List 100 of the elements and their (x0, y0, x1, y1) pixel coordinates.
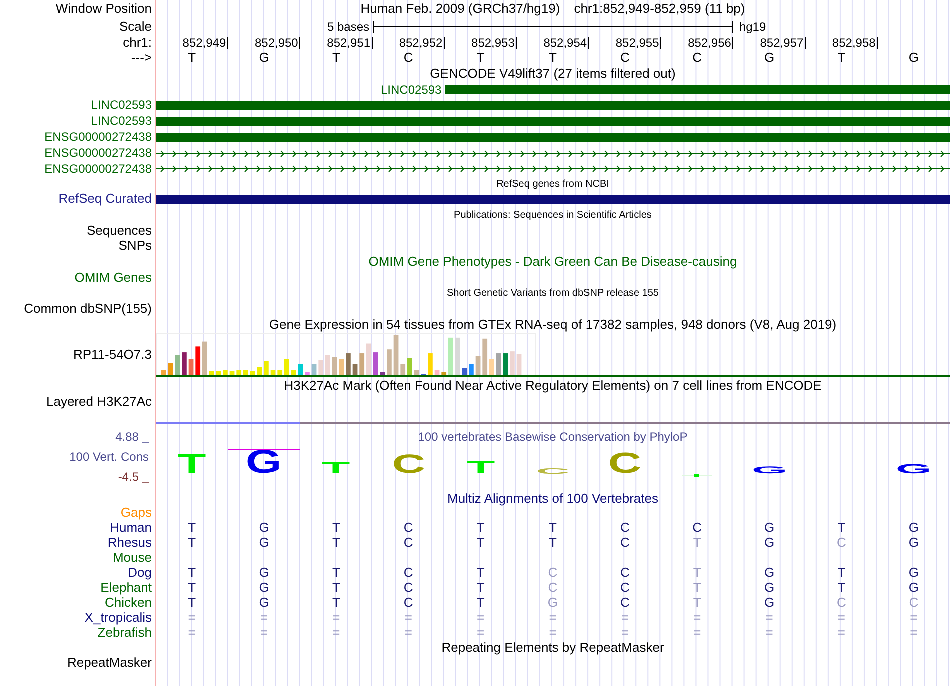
base-letter: C (692, 50, 702, 65)
track-label: RP11-54O7.3 (73, 348, 152, 362)
track-label: OMIM Genes (74, 270, 152, 286)
gene-label: ENSG00000272438 (44, 146, 152, 160)
alignment-base: C (404, 536, 414, 550)
alignment-base: T (188, 520, 196, 536)
logo-letter: G (246, 450, 282, 474)
alignment-base: = (188, 626, 196, 640)
track-title: Multiz Alignments of 100 Vertebrates (447, 492, 658, 507)
alignment-base: = (621, 626, 629, 640)
track-title: H3K27Ac Mark (Often Found Near Active Regulatory Elements) on 7 cell lines from ENCODE (284, 378, 822, 394)
alignment-base: T (693, 580, 702, 595)
gene-label: ENSG00000272438 (44, 162, 152, 176)
alignment-base: T (188, 536, 196, 550)
base-letter: T (476, 50, 485, 65)
alignment-base: G (259, 520, 270, 536)
assembly-title: Human Feb. 2009 (GRCh37/hg19) (360, 2, 560, 16)
track-label: Window Position (56, 2, 152, 16)
alignment-base: T (476, 566, 485, 580)
species-label: Mouse (112, 550, 152, 566)
alignment-base: T (838, 566, 846, 580)
gene-label: LINC02593 (381, 82, 443, 97)
alignment-base: G (764, 566, 775, 580)
alignment-base: C (620, 566, 630, 580)
position-tick-label: 852,949 (182, 36, 228, 49)
scale-span-label: 5 bases (328, 20, 371, 34)
alignment-base: T (332, 520, 340, 536)
track-title: RefSeq genes from NCBI (496, 178, 610, 190)
alignment-base: T (693, 566, 702, 580)
base-letter: T (188, 50, 196, 65)
gene-label: LINC02593 (91, 99, 152, 112)
alignment-base: C (620, 596, 630, 610)
alignment-base: G (259, 580, 270, 595)
alignment-base: = (766, 610, 774, 625)
alignment-base: G (764, 580, 775, 595)
alignment-base: C (692, 520, 702, 536)
alignment-base: = (188, 610, 196, 625)
track-label: Layered H3K27Ac (46, 394, 152, 409)
base-letter: C (404, 50, 414, 65)
alignment-base: C (404, 520, 414, 536)
track-label: RefSeq Curated (58, 192, 152, 206)
species-label: Chicken (105, 596, 152, 610)
alignment-base: = (838, 610, 846, 625)
track-title: OMIM Gene Phenotypes - Dark Green Can Be Disease-causing (368, 255, 738, 270)
species-label: X_tropicalis (84, 610, 152, 625)
base-letter: G (764, 50, 775, 65)
alignment-base: = (332, 610, 340, 625)
position-tick-label: 852,958 (832, 36, 878, 49)
logo-letter: C (608, 452, 642, 474)
alignment-base: C (404, 580, 414, 595)
species-label: Human (110, 520, 152, 536)
alignment-base: = (910, 610, 918, 625)
alignment-base: C (837, 596, 846, 610)
alignment-base: = (332, 626, 340, 640)
alignment-base: = (910, 626, 918, 640)
alignment-base: G (908, 520, 919, 536)
alignment-base: = (694, 626, 702, 640)
alignment-base: T (188, 596, 196, 610)
position-tick-label: 852,957 (760, 36, 806, 49)
logo-letter: G (752, 466, 788, 474)
alignment-base: G (764, 536, 775, 550)
alignment-base: T (332, 580, 340, 595)
base-letter: G (259, 50, 270, 65)
alignment-base: T (332, 596, 340, 610)
position-tick-label: 852,953 (472, 36, 517, 49)
alignment-base: = (477, 610, 485, 625)
alignment-base: T (549, 536, 557, 550)
alignment-base: G (259, 566, 270, 580)
base-letter: T (332, 50, 340, 65)
track-label: Common dbSNP(155) (24, 302, 152, 316)
track-title: Publications: Sequences in Scientific Articles (454, 210, 652, 221)
track-title: Repeating Elements by RepeatMasker (442, 641, 664, 656)
alignment-base: = (477, 626, 485, 640)
alignment-base: T (476, 580, 485, 595)
alignment-base: C (620, 520, 630, 536)
track-label: SNPs (118, 239, 152, 254)
alignment-base: T (332, 536, 340, 550)
alignment-base: = (694, 610, 702, 625)
alignment-base: = (549, 610, 557, 625)
logo-letter: T (466, 460, 495, 474)
strand-label: ---> (131, 50, 152, 65)
track-label: Sequences (86, 224, 152, 238)
alignment-base: C (548, 580, 558, 595)
alignment-base: C (404, 566, 414, 580)
alignment-base: T (476, 520, 485, 536)
track-label: Gaps (120, 506, 152, 521)
axis-max-label: 4.88 _ (116, 430, 149, 444)
alignment-base: G (908, 536, 919, 550)
alignment-base: C (404, 596, 414, 610)
alignment-base: T (188, 566, 196, 580)
base-letter: G (908, 50, 919, 65)
track-label: Scale (119, 20, 152, 34)
track-label: 100 Vert. Cons (68, 450, 149, 464)
alignment-base: C (909, 596, 919, 610)
alignment-base: T (838, 580, 846, 595)
logo-letter: C (392, 454, 426, 474)
alignment-base: G (908, 566, 919, 580)
alignment-base: = (404, 610, 412, 625)
alignment-base: = (838, 626, 846, 640)
position-tick-label: 852,952 (399, 36, 445, 49)
